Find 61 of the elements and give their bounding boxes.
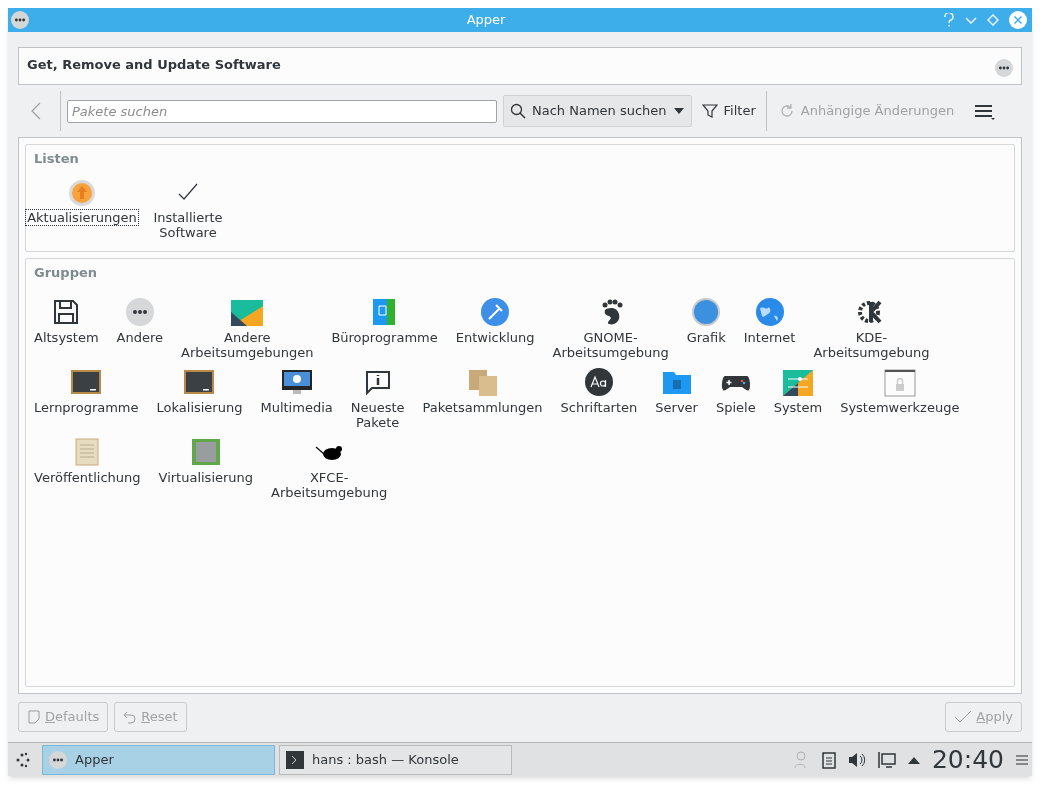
group-label[interactable]: Multimedia [260, 400, 333, 415]
sphere-icon [690, 296, 723, 328]
search-mode-dropdown[interactable]: Nach Namen suchen [503, 95, 692, 127]
search-icon [510, 103, 526, 119]
group-label[interactable]: Büroprogramme [331, 330, 438, 345]
group-label[interactable]: Andere [116, 330, 164, 345]
document-icon [27, 710, 41, 724]
group-label[interactable]: XFCE-Arbeitsumgebung [271, 470, 388, 500]
group-label[interactable]: System [773, 400, 823, 415]
funnel-icon [701, 103, 718, 119]
filter-button[interactable]: Filter [697, 95, 760, 127]
terminal-icon [286, 750, 304, 769]
section-title: Listen [34, 150, 80, 168]
clipboard-icon[interactable] [821, 750, 836, 769]
group-label[interactable]: GNOME-Arbeitsumgebung [552, 330, 669, 360]
group-label[interactable]: Internet [743, 330, 796, 345]
window-title: Apper [465, 11, 507, 30]
group-label[interactable]: Neueste Pakete [350, 400, 405, 430]
maximize-icon[interactable] [987, 14, 999, 26]
virtual-machine-icon [189, 436, 222, 468]
chevron-left-icon [31, 102, 41, 120]
group-label[interactable]: Entwicklung [455, 330, 535, 345]
search-field[interactable]: Pakete suchen [67, 99, 497, 123]
group-label[interactable]: Spiele [715, 400, 756, 415]
checkmark-icon [954, 710, 973, 724]
group-label[interactable]: Lernprogramme [34, 400, 139, 415]
group-label[interactable]: Andere Arbeitsumgebungen [181, 330, 314, 360]
group-label[interactable]: Server [655, 400, 698, 415]
group-label[interactable]: Systemwerkzeuge [840, 400, 960, 415]
close-icon[interactable] [1009, 11, 1027, 29]
clock[interactable]: 20:40 [931, 747, 1004, 772]
font-icon [582, 366, 615, 398]
more-icon [995, 59, 1013, 77]
group-label[interactable]: Virtualisierung [158, 470, 254, 485]
group-label[interactable]: Altsystem [34, 330, 99, 345]
window-lock-icon [883, 366, 916, 398]
list-item-label[interactable]: Installierte Software [151, 208, 225, 241]
speaker-icon[interactable] [847, 750, 866, 769]
redo-icon [778, 103, 795, 119]
task-button[interactable]: hans : bash — Konsole [279, 744, 512, 775]
group-label[interactable]: Schriftarten [560, 400, 638, 415]
group-label[interactable]: Grafik [686, 330, 726, 345]
header-title: Get, Remove and Update Software [27, 56, 281, 74]
help-icon[interactable] [943, 13, 955, 27]
list-item-label[interactable]: Aktualisierungen [25, 208, 139, 226]
undo-icon [123, 710, 138, 724]
window-menu-icon [11, 11, 29, 29]
expand-tray-icon[interactable] [907, 755, 920, 764]
more-icon [123, 296, 156, 328]
group-label[interactable]: Veröffentlichung [34, 470, 141, 485]
task-button[interactable]: Apper [42, 744, 275, 775]
group-label[interactable]: Lokalisierung [156, 400, 243, 415]
group-label[interactable]: Paketsammlungen [422, 400, 543, 415]
group-label[interactable]: KDE-Arbeitsumgebung [813, 330, 930, 360]
app-icon [49, 750, 67, 769]
section-title: Gruppen [34, 263, 99, 282]
menu-icon[interactable] [974, 102, 997, 120]
network-monitor-icon[interactable] [877, 750, 896, 769]
hammer-icon [479, 296, 512, 328]
caret-icon [672, 107, 685, 115]
globe-icon [753, 296, 786, 328]
